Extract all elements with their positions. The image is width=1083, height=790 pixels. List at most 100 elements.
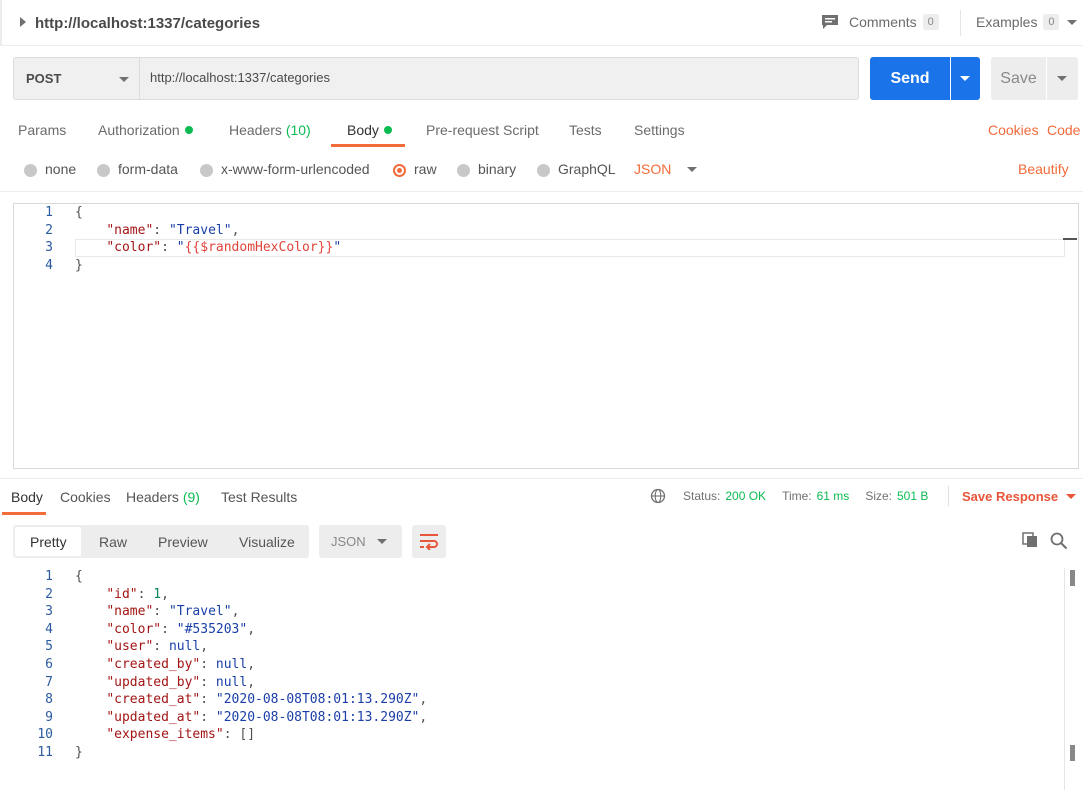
send-button[interactable]: Send [870,57,950,100]
line-number: 1 [45,569,53,584]
brace-open: { [75,205,83,220]
cookies-link[interactable]: Cookies [988,122,1039,138]
code-line: "color": "#535203", [106,621,256,637]
view-preview-button[interactable]: Preview [158,534,208,550]
body-format-select[interactable]: JSON [634,161,698,177]
brace-close: } [75,257,83,273]
editor-scroll-marker[interactable] [1063,238,1077,240]
url-input[interactable]: http://localhost:1337/categories [140,57,859,100]
tab-headers[interactable]: Headers (10) [229,122,311,138]
json-key: "updated_by" [106,674,201,690]
line-number: 9 [45,709,53,725]
time-label: Time: [782,489,812,503]
json-key: "user" [106,639,154,655]
comments-button[interactable]: Comments 0 [821,14,939,30]
code-line: { [75,204,83,222]
copy-icon[interactable] [1022,532,1038,548]
line-number: 4 [45,621,53,637]
body-type-graphql-label: GraphQL [558,161,616,177]
save-chevron-down-icon [1057,76,1067,81]
radio-binary[interactable] [457,163,470,177]
response-meta: Status: 200 OK Time: 61 ms Size: 501 B [683,489,928,503]
examples-button[interactable]: Examples 0 [976,14,1078,30]
view-visualize-button[interactable]: Visualize [239,534,295,550]
active-tab-indicator [331,144,405,147]
response-format-select[interactable]: JSON [319,525,402,558]
line-number: 11 [37,745,53,760]
code-line: "user": null, [106,639,209,655]
tab-tests[interactable]: Tests [569,122,602,138]
tab-authorization-label: Authorization [98,122,180,138]
response-tab-test-results[interactable]: Test Results [221,489,297,505]
expand-caret-icon[interactable] [20,17,26,27]
examples-label: Examples [976,14,1038,30]
save-button[interactable]: Save [991,57,1046,100]
body-type-graphql[interactable]: GraphQL [537,161,616,177]
json-key: "color" [106,240,162,255]
wrap-lines-button[interactable] [412,525,446,558]
response-scrollbar-bottom[interactable] [1070,745,1075,761]
tab-prerequest-script[interactable]: Pre-request Script [426,122,539,138]
section-divider [0,191,1083,192]
body-type-form-data[interactable]: form-data [97,161,178,177]
size-value[interactable]: 501 B [897,489,928,503]
response-scroll-gutter [1064,568,1065,790]
view-pretty-button[interactable]: Pretty [30,534,67,550]
view-raw-button[interactable]: Raw [99,534,127,550]
response-scrollbar-top[interactable] [1070,570,1075,586]
save-response-button[interactable]: Save Response [962,489,1077,504]
json-value: null [215,657,248,672]
search-icon[interactable] [1050,532,1068,550]
examples-chevron-down-icon [1067,19,1078,25]
response-divider [0,478,1083,479]
body-type-urlencoded[interactable]: x-www-form-urlencoded [200,161,370,177]
code-link[interactable]: Code [1047,122,1080,138]
request-title[interactable]: http://localhost:1337/categories [35,15,260,32]
comment-icon [822,15,838,29]
response-tab-body[interactable]: Body [11,489,43,505]
body-type-binary-label: binary [478,161,517,177]
line-number: 10 [37,727,53,743]
line-number: 5 [45,639,53,655]
body-type-raw[interactable]: raw [393,161,437,177]
radio-none[interactable] [24,163,37,177]
line-number: 4 [45,257,53,273]
beautify-link[interactable]: Beautify [1018,161,1069,177]
meta-divider [948,486,949,506]
code-line: "updated_at": "2020-08-08T08:01:13.290Z"… [106,709,428,725]
json-value: null [215,674,248,690]
radio-raw[interactable] [393,163,406,177]
status-label: Status: [683,489,721,503]
response-tab-headers[interactable]: Headers (9) [126,489,200,505]
radio-urlencoded[interactable] [200,163,213,177]
radio-form-data[interactable] [97,163,110,177]
save-response-chevron-down-icon [1066,494,1077,499]
method-select[interactable]: POST [13,57,140,100]
request-title-bar: http://localhost:1337/categories Comment… [0,0,1083,46]
response-tab-headers-label: Headers [126,489,179,505]
body-type-binary[interactable]: binary [457,161,516,177]
time-value[interactable]: 61 ms [817,489,850,503]
body-type-none[interactable]: none [24,161,76,177]
tab-params[interactable]: Params [18,122,66,138]
tab-settings[interactable]: Settings [634,122,685,138]
tab-headers-label: Headers [229,122,282,138]
json-key: "color" [106,621,162,637]
tab-body-label: Body [347,122,379,138]
json-value: "2020-08-08T08:01:13.290Z" [215,709,420,725]
json-quote: " [333,240,342,255]
body-status-dot [383,126,392,134]
status-value[interactable]: 200 OK [725,489,766,503]
tab-authorization[interactable]: Authorization [98,122,193,138]
line-number: 3 [45,240,53,255]
globe-icon[interactable] [650,488,666,504]
radio-graphql[interactable] [537,163,550,177]
tab-body[interactable]: Body [347,122,392,138]
response-tab-cookies[interactable]: Cookies [60,489,111,505]
json-value: "#535203" [176,621,248,637]
save-options-button[interactable] [1047,57,1078,100]
send-chevron-down-icon [960,76,970,81]
json-value: "Travel" [168,604,232,620]
send-options-button[interactable] [951,57,980,100]
code-line: "created_by": null, [106,657,256,672]
